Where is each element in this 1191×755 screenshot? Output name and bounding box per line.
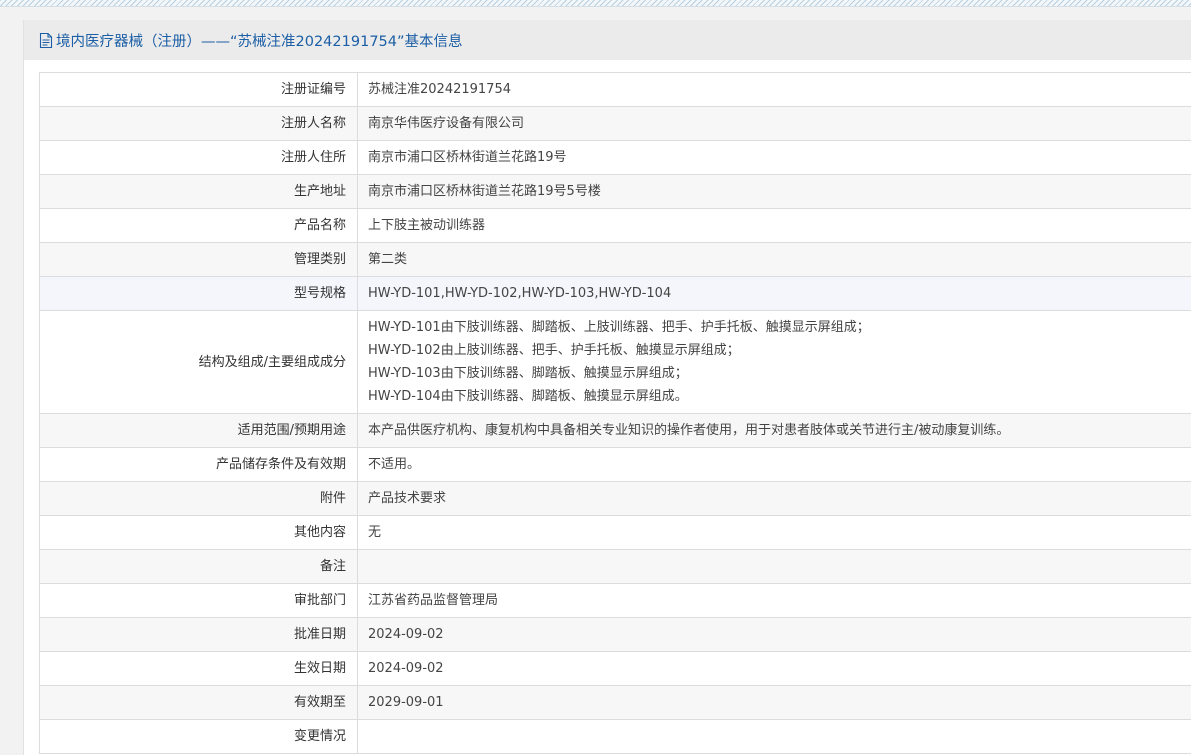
table-row-management-class: 管理类别 第二类 (39, 242, 1191, 277)
table-row-change-history: 变更情况 (39, 719, 1191, 754)
row-value: 南京市浦口区桥林街道兰花路19号5号楼 (357, 174, 1191, 209)
row-value: 不适用。 (357, 447, 1191, 482)
table-row-remarks: 备注 (39, 549, 1191, 584)
row-value (357, 549, 1191, 584)
row-value: 本产品供医疗机构、康复机构中具备相关专业知识的操作者使用，用于对患者肢体或关节进… (357, 413, 1191, 448)
row-label: 管理类别 (39, 242, 358, 277)
table-row-intended-use: 适用范围/预期用途 本产品供医疗机构、康复机构中具备相关专业知识的操作者使用，用… (39, 413, 1191, 448)
row-label: 注册人名称 (39, 106, 358, 141)
table-row-other: 其他内容 无 (39, 515, 1191, 550)
row-label: 产品名称 (39, 208, 358, 243)
row-label: 注册人住所 (39, 140, 358, 175)
panel-header: 境内医疗器械（注册）——“苏械注准20242191754”基本信息 (24, 20, 1191, 60)
row-value: 上下肢主被动训练器 (357, 208, 1191, 243)
table-row-valid-until: 有效期至 2029-09-01 (39, 685, 1191, 720)
table-row-registrant-address: 注册人住所 南京市浦口区桥林街道兰花路19号 (39, 140, 1191, 175)
row-label: 变更情况 (39, 719, 358, 754)
page-title: 境内医疗器械（注册）——“苏械注准20242191754”基本信息 (56, 33, 463, 50)
table-row-model-spec: 型号规格 HW-YD-101,HW-YD-102,HW-YD-103,HW-YD… (39, 276, 1191, 311)
row-label: 备注 (39, 549, 358, 584)
row-value: 南京市浦口区桥林街道兰花路19号 (357, 140, 1191, 175)
row-label: 生效日期 (39, 651, 358, 686)
row-label: 有效期至 (39, 685, 358, 720)
table-row-approval-date: 批准日期 2024-09-02 (39, 617, 1191, 652)
row-label: 生产地址 (39, 174, 358, 209)
row-label: 附件 (39, 481, 358, 516)
table-row-approval-dept: 审批部门 江苏省药品监督管理局 (39, 583, 1191, 618)
structure-line: HW-YD-102由上肢训练器、把手、护手托板、触摸显示屏组成； (368, 343, 740, 358)
row-value: 南京华伟医疗设备有限公司 (357, 106, 1191, 141)
device-info-table: 注册证编号 苏械注准20242191754 注册人名称 南京华伟医疗设备有限公司… (39, 72, 1191, 754)
row-value: HW-YD-101,HW-YD-102,HW-YD-103,HW-YD-104 (357, 276, 1191, 311)
table-row-registrant-name: 注册人名称 南京华伟医疗设备有限公司 (39, 106, 1191, 141)
row-value: 无 (357, 515, 1191, 550)
detail-panel: 境内医疗器械（注册）——“苏械注准20242191754”基本信息 注册证编号 … (23, 20, 1191, 755)
row-value (357, 719, 1191, 754)
row-value: 江苏省药品监督管理局 (357, 583, 1191, 618)
row-label: 型号规格 (39, 276, 358, 311)
row-label: 适用范围/预期用途 (39, 413, 358, 448)
row-label: 审批部门 (39, 583, 358, 618)
row-label: 注册证编号 (39, 72, 358, 107)
row-value: 2024-09-02 (357, 651, 1191, 686)
table-row-reg-number: 注册证编号 苏械注准20242191754 (39, 72, 1191, 107)
row-value: 2029-09-01 (357, 685, 1191, 720)
table-row-attachment: 附件 产品技术要求 (39, 481, 1191, 516)
row-value: 产品技术要求 (357, 481, 1191, 516)
table-row-effective-date: 生效日期 2024-09-02 (39, 651, 1191, 686)
table-row-structure: 结构及组成/主要组成成分 HW-YD-101由下肢训练器、脚踏板、上肢训练器、把… (39, 310, 1191, 414)
row-value: HW-YD-101由下肢训练器、脚踏板、上肢训练器、把手、护手托板、触摸显示屏组… (357, 310, 1191, 414)
row-label: 结构及组成/主要组成成分 (39, 310, 358, 414)
row-label: 产品储存条件及有效期 (39, 447, 358, 482)
row-value: 苏械注准20242191754 (357, 72, 1191, 107)
table-row-storage: 产品储存条件及有效期 不适用。 (39, 447, 1191, 482)
row-label: 批准日期 (39, 617, 358, 652)
document-icon (39, 32, 53, 48)
row-value: 2024-09-02 (357, 617, 1191, 652)
structure-line: HW-YD-104由下肢训练器、脚踏板、触摸显示屏组成。 (368, 389, 688, 404)
row-value: 第二类 (357, 242, 1191, 277)
top-decorative-stripe (0, 0, 1191, 7)
table-row-product-name: 产品名称 上下肢主被动训练器 (39, 208, 1191, 243)
row-label: 其他内容 (39, 515, 358, 550)
table-row-production-address: 生产地址 南京市浦口区桥林街道兰花路19号5号楼 (39, 174, 1191, 209)
structure-line: HW-YD-103由下肢训练器、脚踏板、触摸显示屏组成； (368, 366, 688, 381)
structure-line: HW-YD-101由下肢训练器、脚踏板、上肢训练器、把手、护手托板、触摸显示屏组… (368, 320, 870, 335)
